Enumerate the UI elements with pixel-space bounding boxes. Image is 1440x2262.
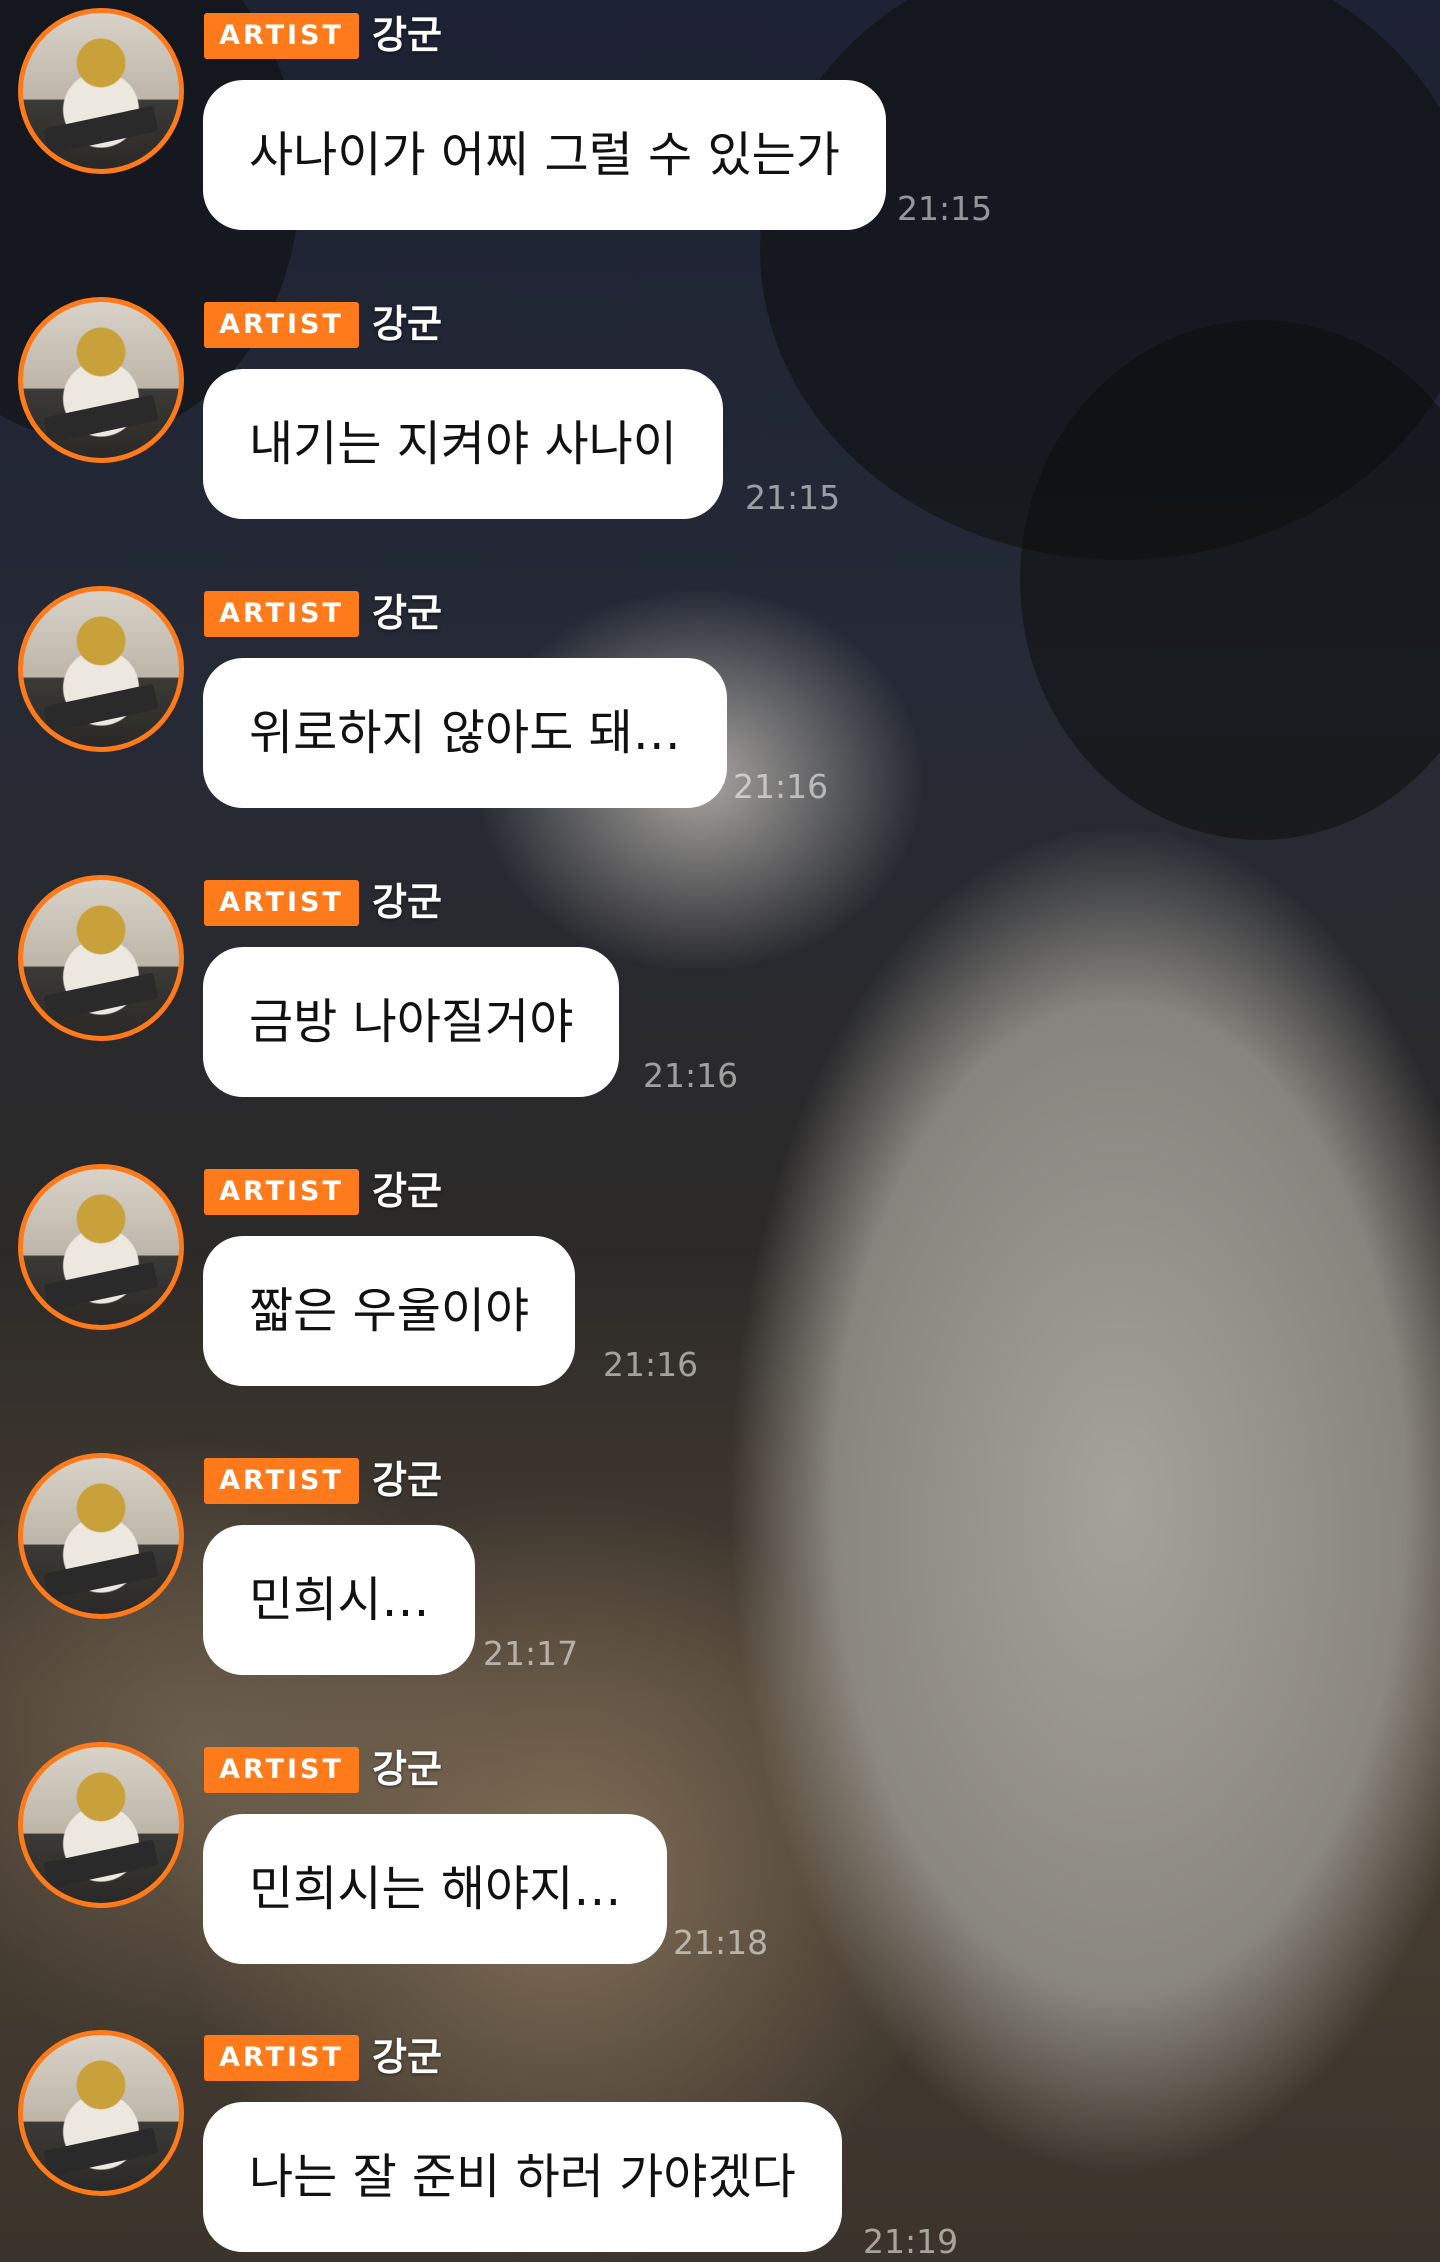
artist-badge: ARTIST — [204, 1169, 359, 1215]
artist-avatar[interactable] — [18, 1164, 184, 1330]
artist-badge: ARTIST — [204, 2035, 359, 2081]
sender-name: 강군 — [372, 302, 442, 346]
sender-name: 강군 — [372, 2035, 442, 2079]
artist-avatar[interactable] — [18, 875, 184, 1041]
message-time: 21:15 — [745, 478, 841, 517]
sender-name: 강군 — [372, 591, 442, 635]
message-time: 21:19 — [863, 2222, 959, 2261]
message-bubble[interactable]: 민희시는 해야지… — [203, 1814, 668, 1964]
chat-message: ARTIST 강군 내기는 지켜야 사나이 21:15 — [0, 289, 1440, 529]
message-bubble[interactable]: 내기는 지켜야 사나이 — [203, 369, 723, 519]
message-time: 21:16 — [643, 1056, 739, 1095]
chat-message: ARTIST 강군 짧은 우울이야 21:16 — [0, 1156, 1440, 1396]
message-bubble[interactable]: 민희시… — [203, 1525, 476, 1675]
artist-badge: ARTIST — [204, 13, 359, 59]
message-bubble[interactable]: 사나이가 어찌 그럴 수 있는가 — [203, 80, 886, 230]
message-time: 21:17 — [483, 1634, 579, 1673]
artist-badge: ARTIST — [204, 302, 359, 348]
artist-avatar[interactable] — [18, 2030, 184, 2196]
chat-message: ARTIST 강군 나는 잘 준비 하러 가야겠다 21:19 — [0, 2022, 1440, 2262]
artist-avatar[interactable] — [18, 297, 184, 463]
artist-avatar[interactable] — [18, 1742, 184, 1908]
sender-name: 강군 — [372, 1458, 442, 1502]
sender-name: 강군 — [372, 880, 442, 924]
sender-name: 강군 — [372, 1169, 442, 1213]
artist-badge: ARTIST — [204, 1747, 359, 1793]
artist-avatar[interactable] — [18, 8, 184, 174]
message-bubble[interactable]: 나는 잘 준비 하러 가야겠다 — [203, 2102, 842, 2252]
message-time: 21:15 — [897, 189, 993, 228]
message-bubble[interactable]: 금방 나아질거야 — [203, 947, 620, 1097]
chat-message: ARTIST 강군 민희시… 21:17 — [0, 1445, 1440, 1685]
artist-badge: ARTIST — [204, 880, 359, 926]
message-time: 21:18 — [673, 1923, 769, 1962]
artist-badge: ARTIST — [204, 1458, 359, 1504]
message-bubble[interactable]: 짧은 우울이야 — [203, 1236, 576, 1386]
artist-badge: ARTIST — [204, 591, 359, 637]
chat-message: ARTIST 강군 사나이가 어찌 그럴 수 있는가 21:15 — [0, 0, 1440, 240]
sender-name: 강군 — [372, 13, 442, 57]
artist-avatar[interactable] — [18, 586, 184, 752]
message-time: 21:16 — [603, 1345, 699, 1384]
artist-avatar[interactable] — [18, 1453, 184, 1619]
chat-message: ARTIST 강군 민희시는 해야지… 21:18 — [0, 1734, 1440, 1974]
message-time: 21:16 — [733, 767, 829, 806]
chat-message: ARTIST 강군 금방 나아질거야 21:16 — [0, 867, 1440, 1107]
chat-message: ARTIST 강군 위로하지 않아도 돼… 21:16 — [0, 578, 1440, 818]
message-bubble[interactable]: 위로하지 않아도 돼… — [203, 658, 727, 808]
sender-name: 강군 — [372, 1747, 442, 1791]
